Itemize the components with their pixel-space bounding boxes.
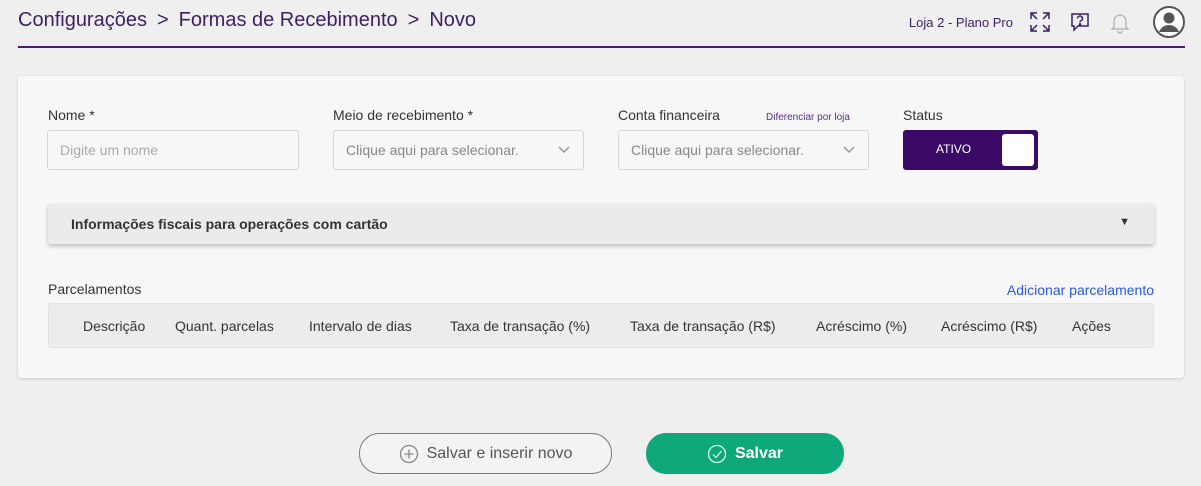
column-header: Ações [1072,318,1111,334]
top-header: Configurações > Formas de Recebimento > … [18,0,1185,48]
status-toggle[interactable]: ATIVO [903,130,1038,170]
breadcrumb-separator: > [407,9,420,31]
store-plan-label[interactable]: Loja 2 - Plano Pro [909,15,1013,30]
column-header: Acréscimo (%) [816,318,908,334]
chevron-down-icon [557,142,571,159]
payment-method-select[interactable]: Clique aqui para selecionar. [333,130,584,170]
fiscal-info-accordion[interactable]: Informações fiscais para operações com c… [48,204,1154,244]
name-input[interactable]: Digite um nome [47,130,299,170]
installments-title: Parcelamentos [48,281,142,297]
account-placeholder: Clique aqui para selecionar. [631,142,804,158]
plus-circle-icon [399,444,419,464]
breadcrumb: Configurações > Formas de Recebimento > … [18,9,476,32]
name-label: Nome * [48,107,95,123]
check-circle-icon [707,444,727,464]
column-header: Acréscimo (R$) [941,318,1038,334]
form-card: Nome * Digite um nome Meio de recebiment… [18,76,1184,378]
save-label: Salvar [734,444,784,462]
differentiate-by-store-link[interactable]: Diferenciar por loja [766,112,850,123]
column-header: Intervalo de dias [309,318,412,334]
installments-table-header: Descrição Quant. parcelas Intervalo de d… [48,303,1154,348]
help-icon[interactable] [1067,9,1093,35]
column-header: Taxa de transação (R$) [630,318,776,334]
column-header: Quant. parcelas [175,318,274,334]
accordion-title: Informações fiscais para operações com c… [71,216,388,232]
column-header: Descrição [83,318,146,334]
expand-icon[interactable] [1027,9,1053,35]
caret-down-icon: ▼ [1119,216,1130,228]
chevron-down-icon [842,142,856,159]
breadcrumb-item-configuracoes[interactable]: Configurações [18,9,147,32]
save-and-new-label: Salvar e inserir novo [426,444,573,462]
header-actions: Loja 2 - Plano Pro [909,5,1185,39]
breadcrumb-item-novo: Novo [429,9,477,31]
user-avatar-icon[interactable] [1153,6,1185,38]
add-installment-link[interactable]: Adicionar parcelamento [1007,282,1154,298]
bell-icon[interactable] [1107,9,1133,35]
status-label: Status [903,107,943,123]
save-button[interactable]: Salvar [646,433,844,474]
save-and-new-button[interactable]: Salvar e inserir novo [359,433,612,474]
account-select[interactable]: Clique aqui para selecionar. [618,130,869,170]
column-header: Taxa de transação (%) [450,318,591,334]
account-label: Conta financeira [618,107,720,123]
payment-method-placeholder: Clique aqui para selecionar. [346,142,519,158]
name-placeholder: Digite um nome [60,142,159,158]
toggle-knob [1002,134,1034,166]
breadcrumb-separator: > [156,9,169,31]
status-toggle-text: ATIVO [936,142,972,156]
payment-method-label: Meio de recebimento * [333,107,474,123]
breadcrumb-item-formas-recebimento[interactable]: Formas de Recebimento [179,9,398,32]
